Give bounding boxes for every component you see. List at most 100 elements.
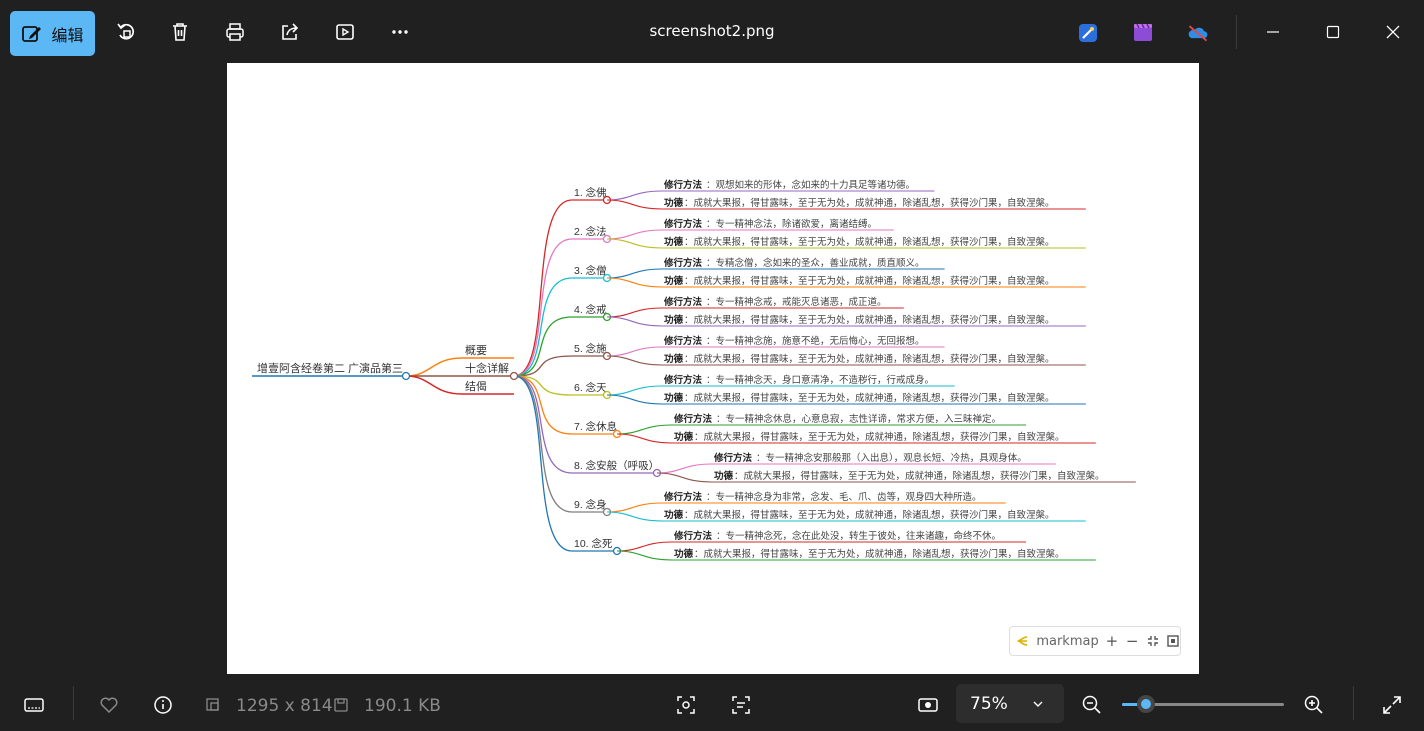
visual-search-button[interactable]	[674, 693, 698, 717]
info-icon	[154, 696, 172, 714]
designer-app-icon[interactable]	[1076, 21, 1100, 45]
close-icon	[1386, 25, 1400, 39]
zoom-in-button-main[interactable]	[1302, 693, 1326, 717]
merit-text: ：成就大果报，得甘露味，至于无为处，成就神通，除诸乱想，获得沙门果，自致涅槃。	[694, 548, 1065, 560]
method-label: 修行方法	[663, 491, 703, 503]
method-label: 修行方法	[663, 218, 703, 230]
minimize-button[interactable]	[1253, 16, 1293, 48]
print-button[interactable]	[221, 18, 249, 46]
method-label: 修行方法	[663, 179, 703, 191]
fit-icon	[1147, 636, 1158, 646]
root-to-level1-edge	[405, 357, 463, 377]
root-to-level1-edge	[405, 375, 463, 395]
zoom-out-icon	[1082, 695, 1101, 714]
leaf-edge	[606, 190, 663, 201]
toggle-recursively-button[interactable]	[1166, 632, 1180, 650]
file-info-button[interactable]	[151, 693, 175, 717]
merit-label: 功德	[664, 392, 684, 404]
leaf-edge	[606, 238, 663, 249]
leaf-edge	[606, 346, 663, 357]
more-icon	[392, 30, 408, 34]
file-size: 190.1 KB	[364, 696, 441, 716]
scan-text-icon	[732, 696, 750, 714]
zoom-dropdown[interactable]: 75%	[956, 684, 1064, 723]
level1-node-label: 概要	[465, 344, 487, 357]
merit-text: ：成就大果报，得甘露味，至于无为处，成就神通，除诸乱想，获得沙门果，自致涅槃。	[684, 353, 1055, 365]
delete-icon	[173, 23, 187, 41]
leaf-edge	[616, 541, 673, 552]
merit-label: 功德	[674, 548, 694, 560]
level2-edge	[513, 375, 573, 552]
actual-size-button[interactable]	[916, 693, 940, 717]
zoom-out-button[interactable]: −	[1125, 632, 1139, 650]
leaf-edge	[606, 307, 663, 318]
heart-icon	[100, 697, 118, 714]
maximize-button[interactable]	[1313, 16, 1353, 48]
favorite-button[interactable]	[97, 693, 121, 717]
minimize-icon	[1267, 31, 1279, 33]
zoom-out-button[interactable]	[1080, 693, 1104, 717]
actual-size-icon	[918, 698, 938, 712]
rotate-button[interactable]	[112, 18, 140, 46]
image-dimensions: 1295 x 814	[236, 696, 333, 716]
titlebar-separator	[1236, 15, 1237, 49]
level1-node-label: 十念详解	[465, 361, 509, 375]
more-button[interactable]	[386, 18, 414, 46]
scan-text-button[interactable]	[729, 693, 753, 717]
chevron-down-icon	[1033, 701, 1043, 707]
method-label: 修行方法	[713, 452, 753, 464]
fit-window-button[interactable]	[1145, 632, 1159, 650]
level2-edge	[513, 316, 573, 377]
filmstrip-button[interactable]	[22, 693, 46, 717]
markmap-logo-icon	[1017, 636, 1028, 646]
leaf-edge	[656, 463, 713, 474]
bottom-bar: 1295 x 814 190.1 KB 75%	[0, 674, 1424, 731]
edit-button[interactable]: 编辑	[10, 11, 95, 56]
merit-text: ：成就大果报，得甘露味，至于无为处，成就神通，除诸乱想，获得沙门果，自致涅槃。	[684, 392, 1055, 404]
level2-node-label: 1. 念佛	[574, 186, 607, 199]
zoom-in-icon	[1304, 695, 1323, 714]
fullscreen-icon	[1383, 696, 1401, 714]
leaf-edge	[606, 394, 663, 405]
level2-node-label: 10. 念死	[574, 537, 613, 550]
onedrive-offline-icon[interactable]	[1186, 21, 1210, 45]
merit-label: 功德	[664, 314, 684, 326]
dimensions-icon	[206, 698, 219, 711]
title-bar: 编辑 screenshot2.png	[0, 0, 1424, 63]
filesize-icon-wrap	[329, 693, 353, 717]
visual-search-icon	[677, 696, 695, 714]
leaf-edge	[606, 385, 663, 396]
share-button[interactable]	[276, 18, 304, 46]
leaf-edge	[606, 511, 663, 522]
close-button[interactable]	[1373, 16, 1413, 48]
leaf-edge	[606, 268, 663, 279]
markmap-label: markmap	[1036, 633, 1099, 649]
save-icon	[334, 698, 348, 712]
image-canvas[interactable]: 增壹阿含经卷第二 广演品第三 概要 十念详解 结偈 1. 念佛 修行方法 ：观想如来的形体，…	[227, 63, 1199, 674]
level2-node-label: 5. 念施	[574, 342, 607, 355]
method-label: 修行方法	[663, 374, 703, 386]
leaf-edge	[606, 277, 663, 288]
slideshow-button[interactable]	[331, 18, 359, 46]
edit-label: 编辑	[51, 25, 84, 45]
method-label: 修行方法	[673, 413, 713, 425]
merit-label: 功德	[664, 236, 684, 248]
leaf-edge	[616, 424, 673, 435]
fullscreen-button[interactable]	[1380, 693, 1404, 717]
zoom-in-button[interactable]: +	[1105, 632, 1119, 650]
window-title: screenshot2.png	[649, 22, 775, 40]
zoom-slider-thumb[interactable]	[1137, 695, 1156, 713]
leaf-edge	[606, 199, 663, 210]
leaf-edge	[606, 355, 663, 366]
method-text: ：专一精神念休息，心意息寂，志性详谛，常求方便，入三昧禅定。	[716, 413, 1001, 425]
leaf-edge	[606, 502, 663, 513]
clipchamp-app-icon[interactable]	[1131, 21, 1155, 45]
share-icon	[282, 23, 299, 40]
leaf-edge	[606, 316, 663, 327]
delete-button[interactable]	[166, 18, 194, 46]
merit-label: 功德	[664, 197, 684, 209]
merit-text: ：成就大果报，得甘露味，至于无为处，成就神通，除诸乱想，获得沙门果，自致涅槃。	[684, 275, 1055, 287]
merit-text: ：成就大果报，得甘露味，至于无为处，成就神通，除诸乱想，获得沙门果，自致涅槃。	[684, 236, 1055, 248]
method-text: ：观想如来的形体，念如来的十力具足等诸功德。	[706, 179, 915, 191]
filmstrip-icon	[24, 698, 44, 712]
